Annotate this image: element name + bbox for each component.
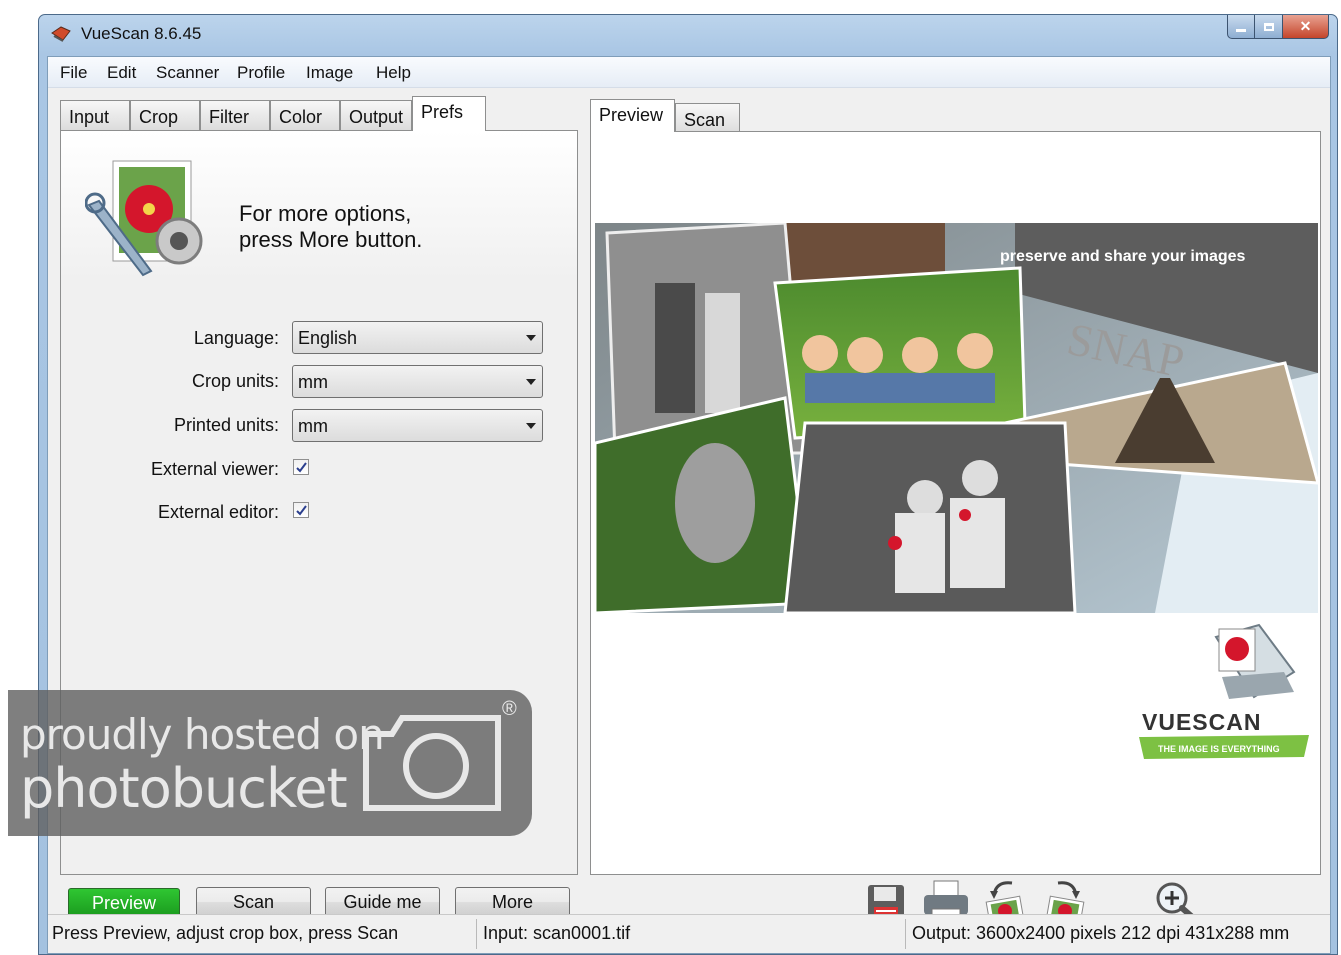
camera-icon — [363, 715, 501, 811]
minimize-icon — [1236, 29, 1246, 32]
language-label: Language: — [193, 328, 279, 348]
window-title: VueScan 8.6.45 — [81, 24, 202, 43]
preview-panel: SNAP preserve and share your images VUES… — [590, 131, 1321, 875]
more-button[interactable]: More — [455, 887, 570, 917]
guide-me-button[interactable]: Guide me — [325, 887, 440, 917]
menu-bar: File Edit Scanner Profile Image Help — [48, 57, 1330, 88]
checkmark-icon — [296, 505, 307, 516]
preview-image[interactable]: SNAP preserve and share your images — [595, 223, 1318, 613]
settings-tabs: Input Crop Filter Color Output Prefs — [60, 96, 580, 131]
checkmark-icon — [296, 462, 307, 473]
crop-units-select[interactable]: mm — [292, 365, 543, 398]
maximize-icon — [1263, 22, 1274, 31]
tab-crop[interactable]: Crop — [130, 100, 200, 130]
photobucket-watermark: proudly hosted on photobucket ® — [8, 690, 532, 836]
external-viewer-label: External viewer: — [150, 459, 279, 479]
external-viewer-checkbox[interactable] — [293, 459, 309, 475]
close-icon: ✕ — [1299, 18, 1312, 34]
tab-prefs[interactable]: Prefs — [412, 96, 486, 131]
registered-icon: ® — [502, 698, 517, 720]
external-editor-checkbox[interactable] — [293, 502, 309, 518]
status-output: Output: 3600x2400 pixels 212 dpi 431x288… — [912, 923, 1290, 943]
tab-filter[interactable]: Filter — [200, 100, 270, 130]
printed-units-label: Printed units: — [173, 415, 279, 435]
maximize-button[interactable] — [1255, 15, 1283, 39]
chevron-down-icon — [526, 335, 536, 341]
desktop: VueScan 8.6.45 ✕ File Edit Scanner Profi… — [0, 0, 1341, 955]
tab-scan[interactable]: Scan — [675, 103, 740, 133]
status-input: Input: scan0001.tif — [483, 923, 631, 943]
menu-profile[interactable]: Profile — [237, 63, 285, 83]
window-controls: ✕ — [1227, 15, 1329, 41]
scan-button[interactable]: Scan — [196, 887, 311, 917]
crop-units-value: mm — [298, 372, 328, 392]
status-bar: Press Preview, adjust crop box, press Sc… — [48, 914, 1330, 953]
prefs-hint-line1: For more options, — [239, 201, 412, 226]
chevron-down-icon — [526, 379, 536, 385]
watermark-line2: photobucket — [20, 757, 348, 820]
title-bar[interactable]: VueScan 8.6.45 ✕ — [39, 15, 1337, 55]
minimize-button[interactable] — [1227, 15, 1255, 39]
tab-input[interactable]: Input — [60, 100, 130, 130]
close-button[interactable]: ✕ — [1283, 15, 1329, 39]
status-divider — [905, 919, 906, 949]
vuescan-logo-subtext: THE IMAGE IS EVERYTHING — [1158, 744, 1280, 754]
tab-output[interactable]: Output — [340, 100, 412, 130]
tab-color[interactable]: Color — [270, 100, 340, 130]
menu-image[interactable]: Image — [306, 63, 353, 83]
menu-file[interactable]: File — [60, 63, 87, 83]
status-divider — [476, 919, 477, 949]
preview-tabs: Preview Scan — [590, 99, 790, 133]
crop-units-label: Crop units: — [191, 371, 279, 391]
language-select[interactable]: English — [292, 321, 543, 354]
chevron-down-icon — [526, 423, 536, 429]
tab-preview[interactable]: Preview — [590, 99, 675, 132]
vuescan-logo-text: VUESCAN — [1142, 709, 1261, 735]
watermark-line1: proudly hosted on — [20, 710, 385, 759]
language-value: English — [298, 328, 358, 348]
prefs-hint-line2: press More button. — [239, 227, 423, 252]
menu-help[interactable]: Help — [376, 63, 411, 83]
status-hint: Press Preview, adjust crop box, press Sc… — [52, 923, 399, 943]
printed-units-select[interactable]: mm — [292, 409, 543, 442]
prefs-wrench-photo-icon — [85, 160, 203, 277]
menu-scanner[interactable]: Scanner — [156, 63, 219, 83]
printed-units-value: mm — [298, 416, 328, 436]
vuescan-app-icon — [51, 26, 71, 42]
external-editor-label: External editor: — [157, 502, 279, 522]
vuescan-logo: VUESCAN THE IMAGE IS EVERYTHING — [1139, 623, 1309, 759]
menu-edit[interactable]: Edit — [107, 63, 136, 83]
preview-tagline: preserve and share your images — [1000, 248, 1246, 265]
